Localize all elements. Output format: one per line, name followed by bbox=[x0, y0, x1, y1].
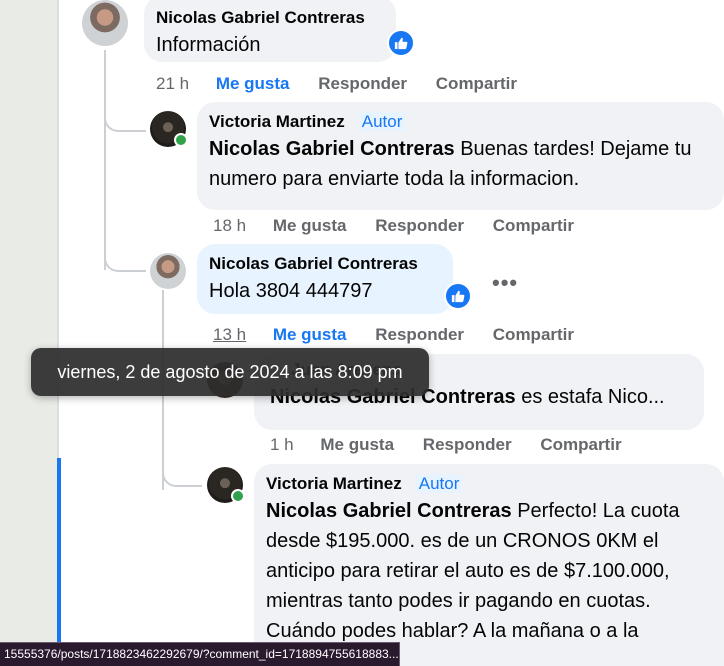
mention-link[interactable]: Nicolas Gabriel Contreras bbox=[209, 138, 455, 160]
mention-link[interactable]: Nicolas Gabriel Contreras bbox=[266, 500, 512, 522]
reply-button[interactable]: Responder bbox=[375, 325, 464, 344]
like-reaction-icon[interactable] bbox=[444, 282, 472, 310]
share-button[interactable]: Compartir bbox=[493, 325, 574, 344]
highlight-bar bbox=[57, 458, 61, 666]
comment-author[interactable]: Nicolas Gabriel Contreras bbox=[156, 6, 384, 30]
comment-bubble: Victoria Martinez Autor Nicolas Gabriel C… bbox=[254, 464, 724, 666]
reply-button[interactable]: Responder bbox=[423, 435, 512, 454]
like-button[interactable]: Me gusta bbox=[320, 435, 394, 454]
comment-body: es estafa Nico... bbox=[515, 386, 665, 408]
avatar-image bbox=[82, 0, 128, 46]
comment-actions: 21 h Me gusta Responder Compartir bbox=[156, 74, 541, 94]
browser-status-url: 15555376/posts/1718823462292679/?comment… bbox=[0, 642, 400, 666]
thread-connector bbox=[104, 110, 146, 132]
comment-actions: 1 h Me gusta Responder Compartir bbox=[270, 435, 646, 455]
thread-line-sub bbox=[104, 130, 106, 270]
like-button[interactable]: Me gusta bbox=[273, 325, 347, 344]
like-reaction-icon[interactable] bbox=[387, 29, 415, 57]
like-button[interactable]: Me gusta bbox=[216, 74, 290, 93]
avatar[interactable] bbox=[82, 0, 128, 46]
comment-bubble: Nicolas Gabriel Contreras Información bbox=[144, 0, 396, 62]
share-button[interactable]: Compartir bbox=[436, 74, 517, 93]
online-status-icon bbox=[174, 133, 188, 147]
comment-author-row: Victoria Martinez Autor bbox=[209, 110, 712, 134]
reply-button[interactable]: Responder bbox=[318, 74, 407, 93]
avatar-image bbox=[150, 253, 186, 289]
author-badge: Autor bbox=[358, 112, 406, 131]
reply-button[interactable]: Responder bbox=[375, 216, 464, 235]
comment-author[interactable]: Victoria Martinez bbox=[209, 112, 345, 131]
comment-text: Información bbox=[156, 34, 261, 56]
comment-author-row: Victoria Martinez Autor bbox=[266, 472, 712, 496]
comment-author[interactable]: Nicolas Gabriel Contreras bbox=[209, 252, 441, 276]
author-badge: Autor bbox=[415, 474, 463, 493]
timestamp-tooltip: viernes, 2 de agosto de 2024 a las 8:09 … bbox=[31, 348, 429, 396]
avatar[interactable] bbox=[150, 253, 186, 289]
comment-actions: 18 h Me gusta Responder Compartir bbox=[213, 216, 598, 236]
comment-text: Nicolas Gabriel Contreras Perfecto! La c… bbox=[266, 496, 712, 646]
comment-bubble: Victoria Martinez Autor Nicolas Gabriel C… bbox=[197, 102, 724, 210]
comment-timestamp[interactable]: 13 h bbox=[213, 325, 246, 344]
more-options-icon[interactable]: ••• bbox=[492, 270, 518, 296]
share-button[interactable]: Compartir bbox=[540, 435, 621, 454]
left-margin bbox=[0, 0, 57, 666]
thread-connector bbox=[162, 465, 202, 487]
comment-timestamp[interactable]: 18 h bbox=[213, 216, 246, 235]
comment-timestamp[interactable]: 1 h bbox=[270, 435, 294, 454]
avatar[interactable] bbox=[207, 467, 245, 503]
comment-bubble: Nicolas Gabriel Contreras Hola 3804 4447… bbox=[197, 244, 453, 314]
comment-text: Hola 3804 444797 bbox=[209, 280, 373, 302]
like-button[interactable]: Me gusta bbox=[273, 216, 347, 235]
thread-connector bbox=[104, 250, 146, 272]
comment-actions: 13 h Me gusta Responder Compartir bbox=[213, 325, 598, 345]
share-button[interactable]: Compartir bbox=[493, 216, 574, 235]
comment-timestamp[interactable]: 21 h bbox=[156, 74, 189, 93]
comment-text: Nicolas Gabriel Contreras Buenas tardes!… bbox=[209, 134, 712, 194]
comment-author[interactable]: Victoria Martinez bbox=[266, 474, 402, 493]
online-status-icon bbox=[231, 489, 245, 503]
avatar[interactable] bbox=[150, 111, 188, 147]
